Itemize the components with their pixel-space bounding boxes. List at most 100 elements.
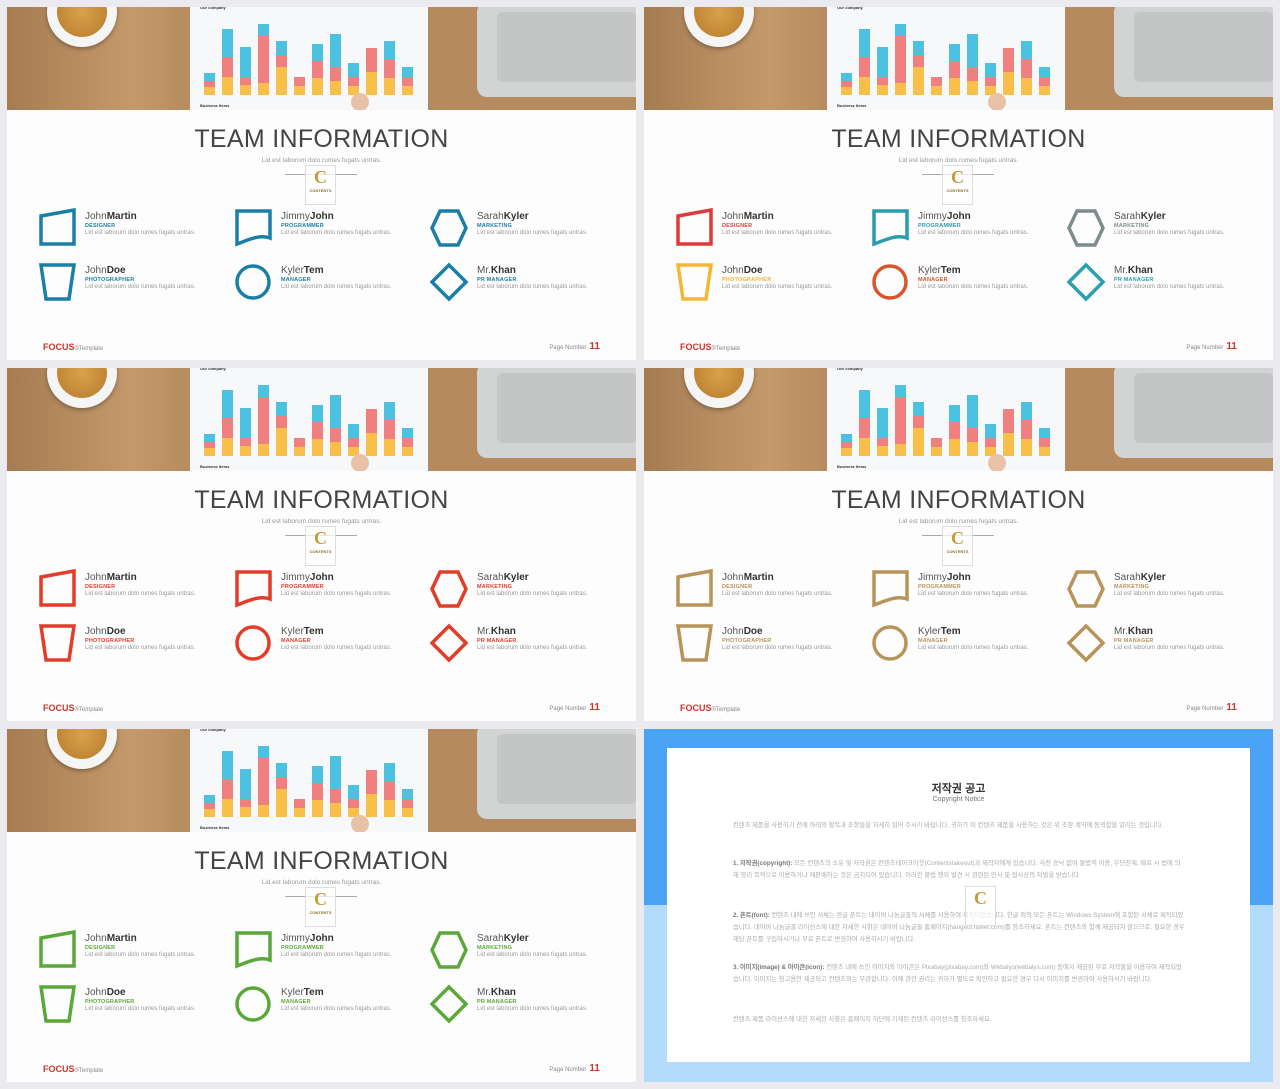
member-name: SarahKyler [477, 211, 529, 222]
photo-chart-bar [366, 409, 377, 433]
copyright-section-1: 1. 저작권(copyright): 모든 컨텐츠의 소유 및 저작권은 컨텐츠… [733, 858, 1185, 882]
copyright-intro: 컨텐츠 제품을 사용하기 전에 아래의 항목과 조항들을 자세히 읽어 주시기 … [733, 822, 1164, 829]
diamond-shape-icon [1067, 262, 1106, 302]
photo-chart-bar [366, 794, 377, 817]
photo-chart-bar [877, 47, 888, 77]
photo-chart-bar [1003, 72, 1014, 95]
photo-chart-bar [895, 36, 906, 83]
team-slide-2[interactable]: Our company Business Items TEAM INFORMAT… [644, 7, 1273, 360]
photo-chart-bar [949, 78, 960, 95]
member-role: DESIGNER [722, 584, 753, 590]
photo-chart-bar [366, 48, 377, 72]
photo-chart-bar [276, 402, 287, 416]
laptop-image [477, 729, 636, 819]
team-member: SarahKyler MARKETING Lid est laborum dol… [430, 208, 620, 248]
member-role: PR MANAGER [477, 638, 517, 644]
brand-logo: FOCUS®Template [680, 703, 741, 713]
photo-chart-bar [967, 442, 978, 456]
photo-chart-bar [366, 72, 377, 95]
team-member: JohnMartin DESIGNER Lid est laborum dolo… [675, 569, 865, 609]
page-number: Page Number 11 [549, 341, 600, 352]
team-slide-4[interactable]: Our company Business Items TEAM INFORMAT… [644, 368, 1273, 721]
photo-chart-bar [841, 434, 852, 442]
member-role: PHOTOGRAPHER [722, 638, 772, 644]
member-role: MANAGER [918, 638, 948, 644]
circle-shape-icon [235, 986, 271, 1022]
photo-chart-bar [949, 405, 960, 422]
finger-image [988, 454, 1006, 471]
photo-chart-bar [859, 57, 870, 77]
team-slide-5[interactable]: Our company Business Items TEAM INFORMAT… [7, 729, 636, 1082]
laptop-image [477, 368, 636, 458]
member-role: PROGRAMMER [281, 584, 324, 590]
trapezoid-slant-shape-icon [39, 208, 76, 246]
photo-chart-bar [1021, 78, 1032, 95]
page-number: Page Number 11 [549, 1063, 600, 1074]
photo-chart-bar [841, 448, 852, 456]
photo-chart-bar [967, 81, 978, 95]
photo-chart-bar [330, 789, 341, 803]
photo-chart-bar [258, 444, 269, 456]
copyright-section-3: 3. 이미지(image) & 아이콘(icon): 컨텐츠 내에 쓰인 이미지… [733, 962, 1185, 986]
team-slide-1[interactable]: Our company Business Items TEAM INFORMAT… [7, 7, 636, 360]
team-member: JimmyJohn PROGRAMMER Lid est laborum dol… [871, 569, 1061, 609]
page-number: Page Number 11 [1186, 702, 1237, 713]
coffee-cup-image [47, 729, 117, 769]
photo-chart-bar [294, 799, 305, 808]
member-name: JohnDoe [85, 987, 126, 998]
finger-image [351, 93, 369, 110]
photo-chart-footer: Business Items [200, 464, 230, 469]
team-member: SarahKyler MARKETING Lid est laborum dol… [430, 569, 620, 609]
chart-paper-image: Our company Business Items [827, 368, 1065, 471]
photo-chart-bar [877, 446, 888, 456]
photo-chart-bar [931, 86, 942, 95]
photo-chart-bar [1039, 447, 1050, 456]
photo-chart-bar [330, 395, 341, 428]
photo-chart-bar [348, 799, 359, 808]
member-name: SarahKyler [1114, 211, 1166, 222]
wave-document-shape-icon [235, 570, 272, 608]
member-role: MARKETING [1114, 223, 1150, 229]
member-name: JohnDoe [722, 626, 763, 637]
member-description: Lid est laborum dolo rumes fugats untras… [722, 591, 833, 597]
photo-chart-bar [312, 422, 323, 439]
member-name: KylerTem [281, 987, 324, 998]
member-role: PROGRAMMER [918, 223, 961, 229]
photo-chart-bar [294, 86, 305, 95]
photo-chart-bar [1039, 67, 1050, 77]
trapezoid-shape-icon [675, 624, 714, 662]
watermark-logo: C CONTENTS [922, 165, 994, 205]
photo-chart-bar [366, 433, 377, 456]
photo-chart-bar [384, 781, 395, 800]
photo-chart-bar [312, 61, 323, 78]
member-name: JimmyJohn [281, 572, 334, 583]
team-slide-3[interactable]: Our company Business Items TEAM INFORMAT… [7, 368, 636, 721]
photo-chart-bar [1021, 59, 1032, 78]
trapezoid-slant-shape-icon [39, 569, 76, 607]
photo-chart-bar [384, 800, 395, 817]
photo-chart-bar [949, 61, 960, 78]
member-name: JimmyJohn [918, 572, 971, 583]
photo-chart-bar [222, 57, 233, 77]
photo-chart-bar [240, 47, 251, 77]
photo-chart-bar [240, 799, 251, 807]
member-role: PHOTOGRAPHER [85, 999, 135, 1005]
photo-chart-bar [384, 402, 395, 420]
member-role: PHOTOGRAPHER [722, 277, 772, 283]
photo-chart-bar [895, 397, 906, 444]
trapezoid-slant-shape-icon [676, 208, 713, 246]
photo-chart-bar [276, 777, 287, 789]
team-member: JohnDoe PHOTOGRAPHER Lid est laborum dol… [38, 623, 228, 663]
slide-title: TEAM INFORMATION [194, 125, 449, 153]
member-description: Lid est laborum dolo rumes fugats untras… [281, 1006, 392, 1012]
photo-chart-bar [222, 751, 233, 779]
header-photo: Our company Business Items [644, 7, 1273, 110]
member-description: Lid est laborum dolo rumes fugats untras… [85, 230, 196, 236]
hexagon-shape-icon [430, 931, 468, 969]
coffee-cup-image [47, 368, 117, 408]
photo-chart-bar [931, 438, 942, 447]
photo-chart-bar [1003, 433, 1014, 456]
slide-subtitle: Lid est laborum dolo rumes fugats untras… [261, 157, 382, 164]
team-member: KylerTem MANAGER Lid est laborum dolo ru… [871, 623, 1061, 663]
copyright-slide[interactable]: 저작권 공고 Copyright Notice 컨텐츠 제품을 사용하기 전에 … [644, 729, 1273, 1082]
